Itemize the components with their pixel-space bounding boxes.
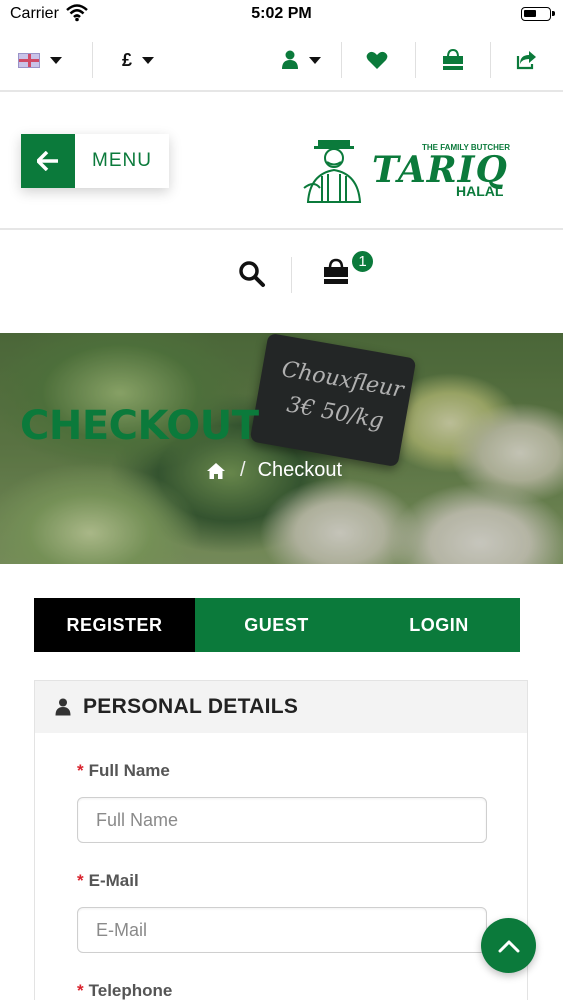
uk-flag-icon xyxy=(18,52,40,68)
telephone-label: Telephone xyxy=(88,981,173,1000)
chevron-down-icon xyxy=(50,56,62,64)
status-bar: Carrier 5:02 PM xyxy=(0,0,563,30)
chevron-down-icon xyxy=(309,56,321,64)
tariq-halal-logo[interactable]: THE FAMILY BUTCHER TARIQ HALAL xyxy=(300,136,522,206)
cart-count-badge: 1 xyxy=(350,249,375,274)
required-marker: * xyxy=(77,761,84,780)
field-label: * Full Name xyxy=(77,761,170,781)
search-icon xyxy=(239,261,265,287)
chevron-down-icon xyxy=(142,56,154,64)
chevron-up-icon xyxy=(498,940,519,952)
site-header: MENU THE FAMILY BUTCHER TARIQ HALAL xyxy=(0,92,563,230)
cart-button[interactable] xyxy=(322,258,352,288)
share-button[interactable] xyxy=(512,30,540,90)
page-title: CHECKOUT xyxy=(20,403,259,449)
language-selector[interactable] xyxy=(14,30,66,90)
scroll-to-top-button[interactable] xyxy=(481,918,536,973)
breadcrumb-current: Checkout xyxy=(257,459,343,481)
menu-label: MENU xyxy=(92,150,152,171)
email-label: E-Mail xyxy=(88,871,139,890)
user-icon xyxy=(282,50,298,69)
home-icon[interactable] xyxy=(206,462,226,480)
field-label: * E-Mail xyxy=(77,871,139,891)
heart-icon xyxy=(366,51,388,69)
panel-title: PERSONAL DETAILS xyxy=(83,695,299,718)
breadcrumb: / Checkout xyxy=(206,459,342,482)
logo-sub: HALAL xyxy=(456,183,504,199)
search-button[interactable] xyxy=(238,260,268,290)
arrow-left-icon xyxy=(21,134,75,188)
email-input[interactable] xyxy=(77,907,487,953)
panel-header: PERSONAL DETAILS xyxy=(35,681,527,733)
tab-register[interactable]: REGISTER xyxy=(34,598,195,652)
full-name-label: Full Name xyxy=(88,761,170,780)
shopping-bag-button[interactable] xyxy=(438,30,468,90)
checkout-tabs: REGISTER GUEST LOGIN xyxy=(34,598,520,652)
utility-bar: £ xyxy=(0,30,563,92)
clock: 5:02 PM xyxy=(251,5,312,22)
email-field: * E-Mail xyxy=(77,871,487,953)
full-name-field: * Full Name xyxy=(77,761,487,843)
currency-selector[interactable]: £ xyxy=(118,30,158,90)
full-name-input[interactable] xyxy=(77,797,487,843)
page-hero-banner: Chouxfleur 3€ 50/kg CHECKOUT / Checkout xyxy=(0,333,563,564)
telephone-field: * Telephone xyxy=(77,981,172,1000)
breadcrumb-separator: / xyxy=(240,459,246,481)
user-icon xyxy=(55,698,71,716)
required-marker: * xyxy=(77,981,84,1000)
wishlist-button[interactable] xyxy=(362,30,392,90)
share-icon xyxy=(516,51,536,70)
search-cart-row: 1 xyxy=(0,230,563,333)
menu-button[interactable]: MENU xyxy=(21,134,169,188)
field-label: * Telephone xyxy=(77,981,172,1000)
tab-guest[interactable]: GUEST xyxy=(195,598,358,652)
shopping-bag-icon xyxy=(443,49,463,70)
shopping-bag-icon xyxy=(324,258,348,284)
account-dropdown[interactable] xyxy=(279,30,323,90)
battery-icon xyxy=(521,7,555,21)
required-marker: * xyxy=(77,871,84,890)
personal-details-panel: PERSONAL DETAILS *Full Name *E-Mail *Tel… xyxy=(34,680,528,1000)
tab-login[interactable]: LOGIN xyxy=(358,598,520,652)
currency-symbol: £ xyxy=(121,49,132,70)
butcher-illustration-icon xyxy=(303,140,362,203)
